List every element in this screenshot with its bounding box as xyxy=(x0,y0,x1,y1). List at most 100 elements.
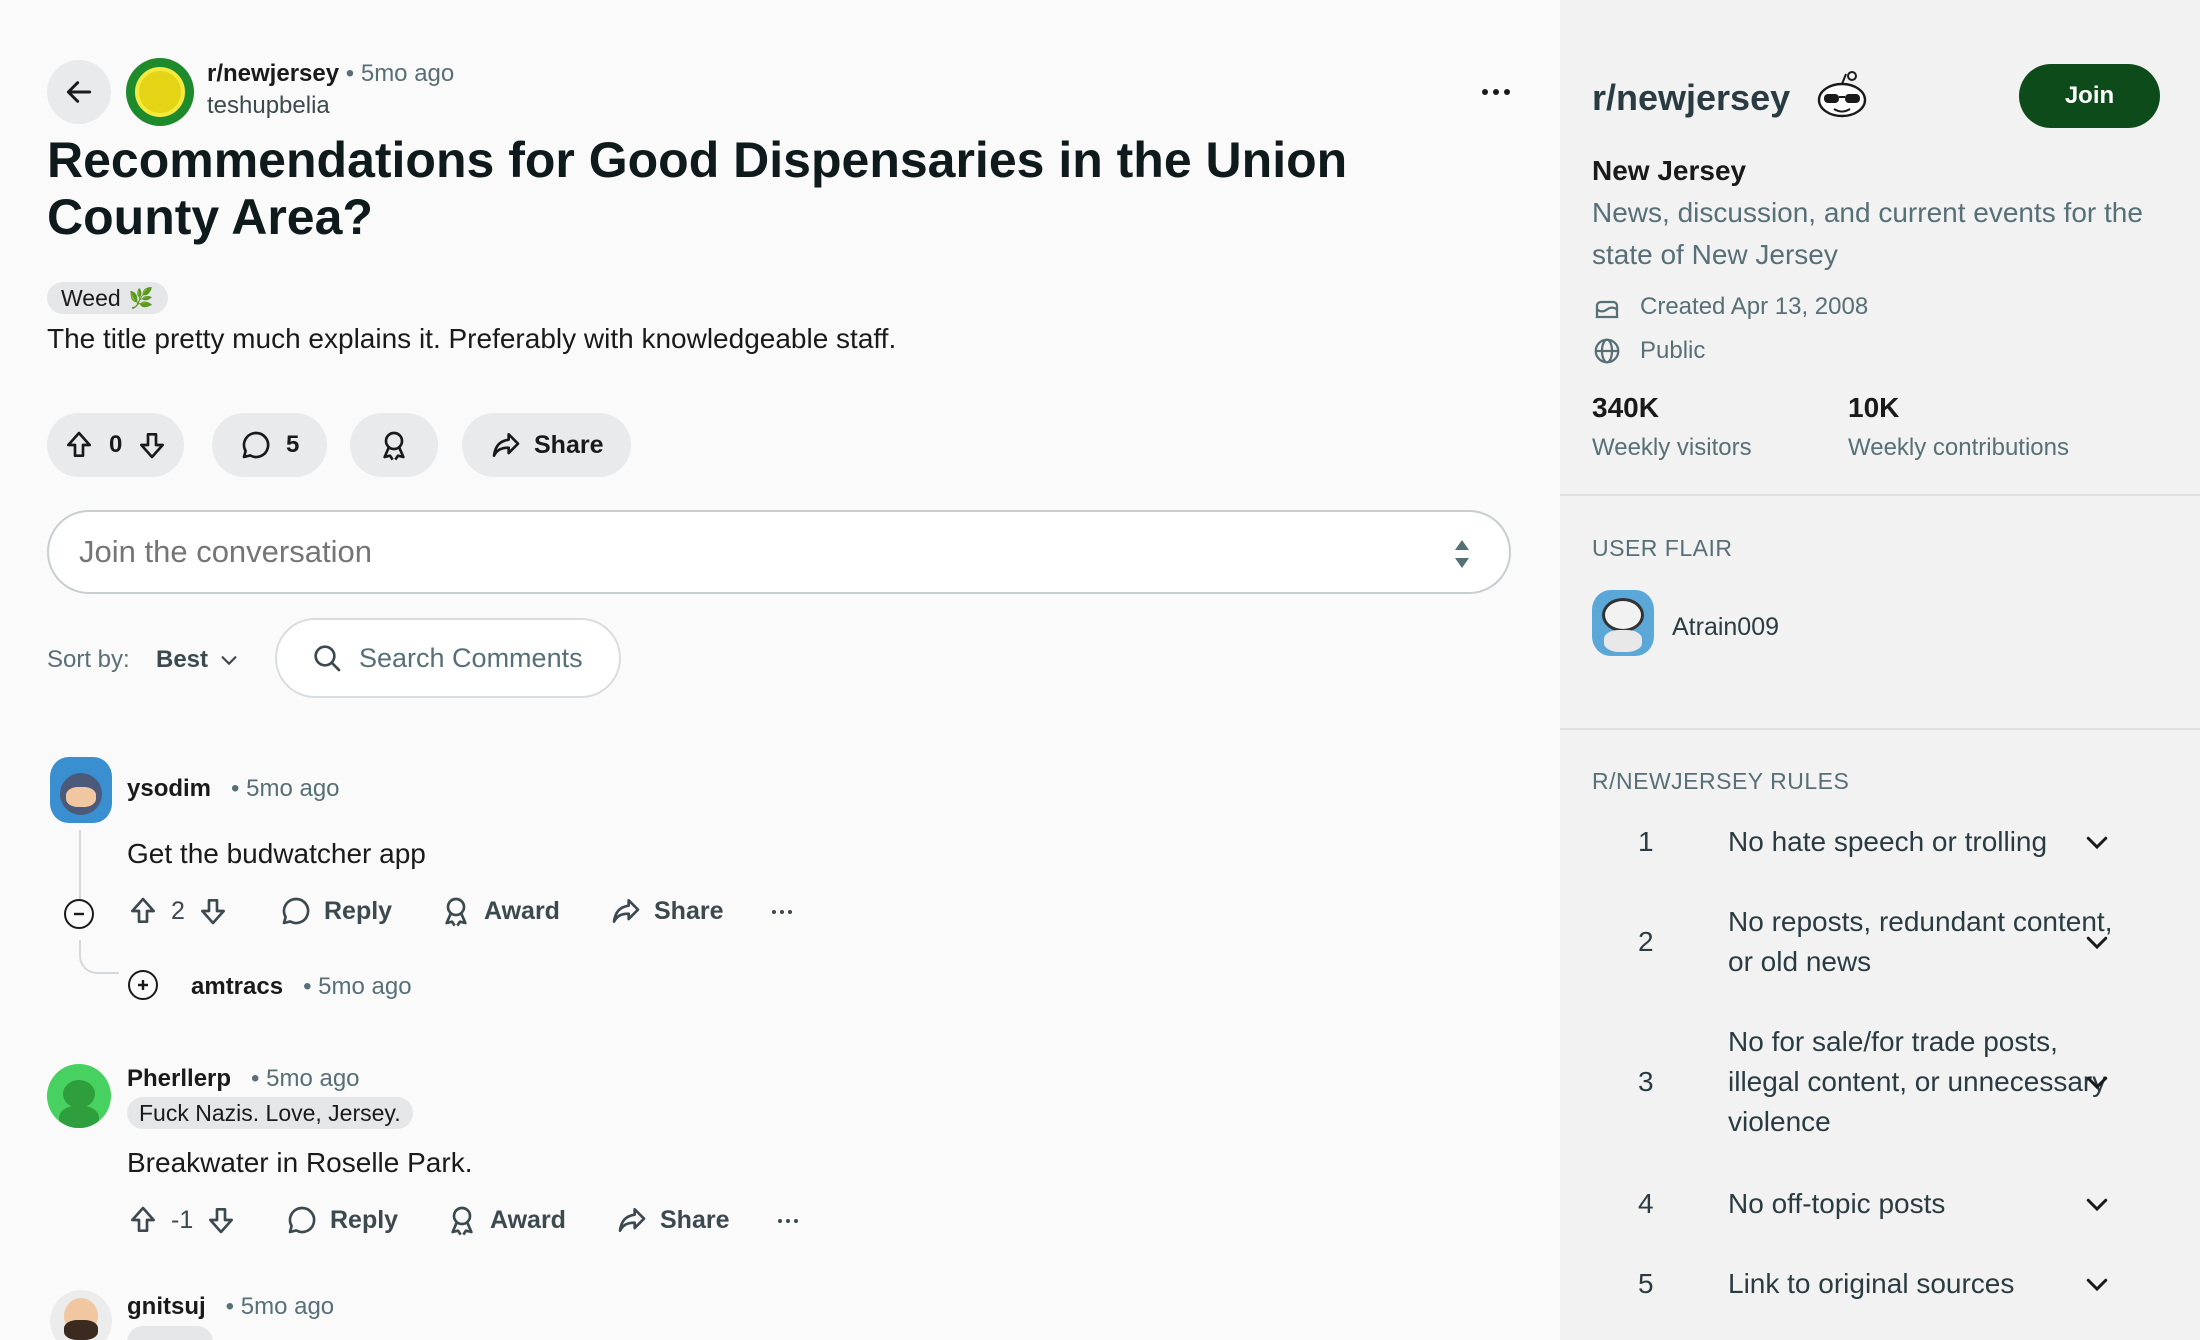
sidebar-divider xyxy=(1560,728,2200,730)
sort-label: Sort by: xyxy=(47,646,130,673)
comment-icon xyxy=(282,897,310,925)
chevron-down-icon xyxy=(2086,836,2108,850)
chevron-down-icon xyxy=(221,656,237,666)
minus-icon xyxy=(74,912,84,916)
downvote-icon[interactable] xyxy=(136,429,168,461)
post-vote-count: 0 xyxy=(109,431,123,458)
subreddit-avatar[interactable] xyxy=(126,58,194,126)
award-button[interactable]: Award xyxy=(446,1204,566,1236)
stat-weekly-visitors: 340K Weekly visitors xyxy=(1592,392,1752,461)
share-icon xyxy=(618,1208,646,1232)
sidebar-subreddit-name[interactable]: r/newjersey xyxy=(1592,77,1790,119)
chevron-down-icon xyxy=(2086,1076,2108,1090)
snoo-sunglasses-icon xyxy=(1816,70,1868,118)
post-main: r/newjersey • 5mo ago teshupbelia Recomm… xyxy=(0,0,1560,1340)
post-meta: r/newjersey • 5mo ago xyxy=(207,60,455,87)
resize-handle-icon[interactable] xyxy=(1451,534,1473,574)
chevron-down-icon xyxy=(2086,936,2108,950)
comment-meta: ysodim • 5mo ago xyxy=(127,775,340,802)
comment-vote-count: -1 xyxy=(171,1205,194,1234)
chevron-down-icon xyxy=(2086,1278,2108,1292)
comment-avatar[interactable] xyxy=(50,1290,112,1340)
collapse-button[interactable] xyxy=(64,899,94,929)
search-comments-placeholder: Search Comments xyxy=(359,642,583,673)
plus-icon xyxy=(138,980,148,990)
arrow-left-icon xyxy=(66,81,92,103)
rules-heading: R/NEWJERSEY RULES xyxy=(1592,768,1850,794)
comment-vote-count: 2 xyxy=(171,896,185,925)
cake-icon xyxy=(1595,300,1619,319)
reply-button[interactable]: Reply xyxy=(286,1204,398,1236)
post-vote-bar: 0 xyxy=(47,413,185,477)
comment-input[interactable] xyxy=(79,532,1379,572)
visibility-row: Public xyxy=(1592,336,1705,366)
comment-actions: -1 xyxy=(127,1204,237,1236)
created-row: Created Apr 13, 2008 xyxy=(1592,292,1868,322)
sidebar-title: New Jersey xyxy=(1592,155,1747,186)
back-button[interactable] xyxy=(47,60,111,124)
post-comments-button[interactable]: 5 xyxy=(212,413,328,477)
user-flair-name[interactable]: Atrain009 xyxy=(1672,613,1779,642)
sort-dropdown[interactable]: Best xyxy=(156,640,240,680)
share-icon xyxy=(492,433,520,457)
reply-button[interactable]: Reply xyxy=(280,895,392,927)
comment-more-button[interactable] xyxy=(776,1209,800,1233)
comment-composer[interactable] xyxy=(47,510,1511,594)
comment-more-button[interactable] xyxy=(770,900,794,924)
upvote-icon[interactable] xyxy=(63,429,95,461)
comment-text: Breakwater in Roselle Park. xyxy=(127,1147,473,1178)
comment-text: Get the budwatcher app xyxy=(127,838,426,869)
leaf-icon: 🌿 xyxy=(128,287,154,310)
comment-author[interactable]: amtracs xyxy=(191,973,283,1000)
reply-meta: amtracs • 5mo ago xyxy=(191,973,412,1000)
comment-icon xyxy=(242,431,270,459)
ellipsis-icon xyxy=(772,910,792,914)
subreddit-logo-icon xyxy=(135,67,185,117)
rule-item[interactable]: 3 No for sale/for trade posts, illegal c… xyxy=(1632,1022,2152,1142)
upvote-icon[interactable] xyxy=(127,895,159,927)
share-icon xyxy=(612,899,640,923)
globe-icon xyxy=(1594,338,1620,364)
subreddit-link[interactable]: r/newjersey xyxy=(207,60,339,87)
award-button[interactable]: Award xyxy=(440,895,560,927)
sidebar-description: News, discussion, and current events for… xyxy=(1592,197,2143,270)
share-button[interactable]: Share xyxy=(610,895,723,927)
user-flair-avatar[interactable] xyxy=(1592,590,1654,656)
share-button[interactable]: Share xyxy=(616,1204,729,1236)
comment-author[interactable]: gnitsuj xyxy=(127,1293,206,1320)
post-title: Recommendations for Good Dispensaries in… xyxy=(47,132,1348,245)
post-comment-count: 5 xyxy=(286,431,300,458)
comment-meta: Pherllerp • 5mo ago xyxy=(127,1065,360,1092)
ellipsis-icon xyxy=(778,1219,798,1223)
post-share-button[interactable]: Share xyxy=(462,413,632,477)
subreddit-sidebar: r/newjersey Join New Jersey News, discus… xyxy=(1560,0,2200,1340)
comment-author[interactable]: ysodim xyxy=(127,775,211,802)
downvote-icon[interactable] xyxy=(205,1204,237,1236)
thread-curve xyxy=(79,940,119,974)
comment-avatar[interactable] xyxy=(50,757,112,823)
post-author[interactable]: teshupbelia xyxy=(207,92,330,120)
ellipsis-icon xyxy=(1482,89,1510,95)
award-icon xyxy=(383,431,405,461)
expand-button[interactable] xyxy=(128,970,158,1000)
post-award-button[interactable] xyxy=(350,413,438,477)
award-icon xyxy=(445,897,467,927)
search-comments[interactable]: Search Comments xyxy=(275,618,621,698)
rule-item[interactable]: 5 Link to original sources xyxy=(1632,1264,2152,1304)
upvote-icon[interactable] xyxy=(127,1204,159,1236)
rule-item[interactable]: 1 No hate speech or trolling xyxy=(1632,822,2152,862)
comment-avatar[interactable] xyxy=(47,1064,111,1128)
join-button[interactable]: Join xyxy=(2019,64,2160,128)
downvote-icon[interactable] xyxy=(197,895,229,927)
stat-weekly-contributions: 10K Weekly contributions xyxy=(1848,392,2069,461)
user-flair-heading: USER FLAIR xyxy=(1592,535,1733,561)
rule-item[interactable]: 2 No reposts, redundant content, or old … xyxy=(1632,902,2152,982)
post-flair[interactable]: Weed 🌿 xyxy=(47,282,168,314)
post-body: The title pretty much explains it. Prefe… xyxy=(47,323,897,354)
post-more-button[interactable] xyxy=(1472,72,1520,112)
post-time: 5mo ago xyxy=(360,60,455,87)
comment-actions: 2 xyxy=(127,895,229,927)
comment-author[interactable]: Pherllerp xyxy=(127,1065,231,1092)
comment-meta: gnitsuj • 5mo ago xyxy=(127,1293,335,1320)
rule-item[interactable]: 4 No off-topic posts xyxy=(1632,1184,2152,1224)
